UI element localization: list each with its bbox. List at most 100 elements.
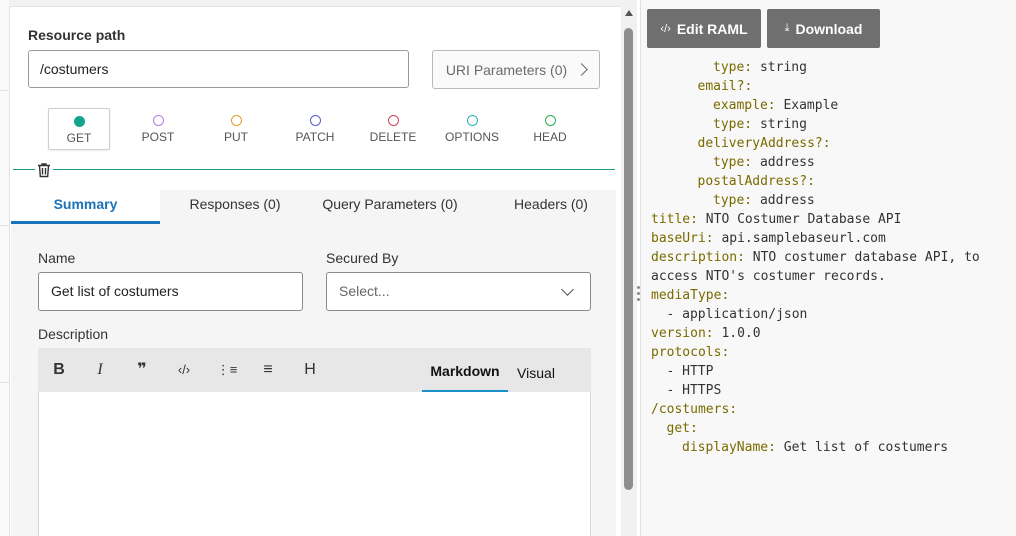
chevron-down-icon [561, 283, 574, 296]
raml-line: type: address [713, 153, 815, 172]
bold-icon[interactable]: B [45, 348, 73, 392]
raml-value: string [752, 60, 807, 75]
method-label: HEAD [533, 130, 567, 144]
description-label: Description [38, 326, 109, 342]
method-delete[interactable]: DELETE [362, 108, 424, 150]
raml-line: - application/json [667, 305, 808, 324]
raml-value: api.samplebaseurl.com [713, 231, 886, 246]
get-dot-icon [73, 116, 85, 127]
raml-line: displayName: Get list of costumers [682, 438, 948, 457]
raml-key: type: [713, 193, 753, 208]
raml-key: version: [651, 326, 714, 341]
patch-dot-icon [309, 115, 321, 126]
tab-headers[interactable]: Headers (0) [491, 190, 611, 224]
resource-path-input[interactable]: /costumers [28, 50, 409, 88]
secured-by-placeholder: Select... [339, 283, 390, 299]
raml-value: - HTTP [666, 364, 714, 379]
italic-icon[interactable]: I [86, 348, 114, 392]
post-dot-icon [152, 115, 164, 126]
edit-raml-button[interactable]: ‹/› Edit RAML [647, 9, 761, 48]
method-editor-panel: Resource path /costumers URI Parameters … [10, 7, 621, 536]
raml-code: type: string email?: example: Example type:… [651, 0, 1011, 536]
chevron-right-icon [575, 63, 589, 76]
resource-path-label: Resource path [28, 27, 126, 43]
tab-query-parameters[interactable]: Query Parameters (0) [311, 190, 469, 224]
raml-line: title: NTO Costumer Database API [651, 210, 901, 229]
scrollbar-thumb[interactable] [624, 28, 633, 490]
raml-key: example: [713, 98, 776, 113]
code-icon: ‹/› [660, 22, 671, 35]
editor-toolbar: B I ❞ ‹/› ⋮≡ ≡ H Markdown Visual [38, 348, 591, 392]
raml-line: - HTTP [667, 362, 714, 381]
method-patch[interactable]: PATCH [284, 108, 346, 150]
raml-value: Example [775, 98, 839, 113]
raml-key: postalAddress?: [697, 174, 815, 189]
left-edge-strip [0, 0, 10, 536]
raml-value: Get list of costumers [775, 440, 949, 455]
method-label: OPTIONS [444, 130, 499, 144]
put-dot-icon [230, 115, 242, 126]
uri-parameters-button[interactable]: URI Parameters (0) [432, 50, 600, 89]
uri-parameters-label: URI Parameters (0) [445, 61, 568, 78]
code-icon[interactable]: ‹/› [170, 348, 198, 392]
raml-value: address [752, 193, 815, 208]
top-edge [9, 0, 621, 7]
method-tabs: Summary Responses (0) Query Parameters (… [11, 190, 616, 226]
raml-line: email?: [698, 77, 753, 96]
raml-key: type: [713, 155, 753, 170]
raml-value: - HTTPS [666, 383, 722, 398]
heading-icon[interactable]: H [296, 348, 324, 392]
raml-value: string [752, 117, 807, 132]
method-post[interactable]: POST [127, 108, 189, 150]
ordered-list-icon[interactable]: ⋮≡ [213, 348, 241, 392]
raml-preview-panel: type: string email?: example: Example type:… [640, 0, 1016, 536]
name-label: Name [38, 250, 76, 266]
raml-line: get: [667, 419, 698, 438]
secured-by-select[interactable]: Select... [326, 272, 591, 311]
raml-value: access NTO's costumer records. [651, 269, 886, 284]
method-head[interactable]: HEAD [519, 108, 581, 150]
scroll-up-icon[interactable] [625, 10, 633, 16]
name-input[interactable]: Get list of costumers [38, 272, 303, 311]
tab-markdown[interactable]: Markdown [422, 348, 508, 392]
method-label: POST [141, 130, 175, 144]
method-options[interactable]: OPTIONS [441, 108, 503, 150]
raml-line: baseUri: api.samplebaseurl.com [651, 229, 886, 248]
raml-line: postalAddress?: [698, 172, 815, 191]
raml-key: title: [651, 212, 698, 227]
raml-line: type: string [713, 58, 807, 77]
options-dot-icon [466, 115, 478, 126]
tab-visual[interactable]: Visual [516, 348, 556, 392]
raml-line: example: Example [713, 96, 838, 115]
raml-value: NTO Costumer Database API [697, 212, 902, 227]
bullet-list-icon[interactable]: ≡ [254, 348, 282, 392]
download-button[interactable]: ⤓ Download [767, 9, 880, 48]
method-label: GET [66, 131, 92, 145]
quote-icon[interactable]: ❞ [128, 348, 156, 392]
raml-line: deliveryAddress?: [698, 134, 831, 153]
description-editor[interactable] [38, 392, 591, 536]
raml-line: version: 1.0.0 [651, 324, 761, 343]
edit-raml-label: Edit RAML [676, 20, 748, 37]
delete-dot-icon [387, 115, 399, 126]
raml-key: baseUri: [651, 231, 714, 246]
raml-key: email?: [697, 79, 753, 94]
method-put[interactable]: PUT [205, 108, 267, 150]
raml-key: /costumers: [651, 402, 738, 417]
download-label: Download [795, 20, 863, 37]
trash-icon[interactable] [35, 161, 53, 179]
strip-divider [0, 90, 9, 91]
raml-line: access NTO's costumer records. [651, 267, 886, 286]
raml-key: displayName: [682, 440, 776, 455]
raml-line: /costumers: [651, 400, 737, 419]
raml-key: deliveryAddress?: [697, 136, 831, 151]
raml-line: type: string [713, 115, 807, 134]
raml-key: mediaType: [651, 288, 730, 303]
method-label: PATCH [295, 130, 335, 144]
raml-key: description: [651, 250, 745, 265]
method-get[interactable]: GET [48, 108, 110, 150]
tab-responses[interactable]: Responses (0) [171, 190, 299, 224]
raml-line: - HTTPS [667, 381, 722, 400]
head-dot-icon [544, 115, 556, 126]
tab-summary[interactable]: Summary [11, 190, 160, 224]
